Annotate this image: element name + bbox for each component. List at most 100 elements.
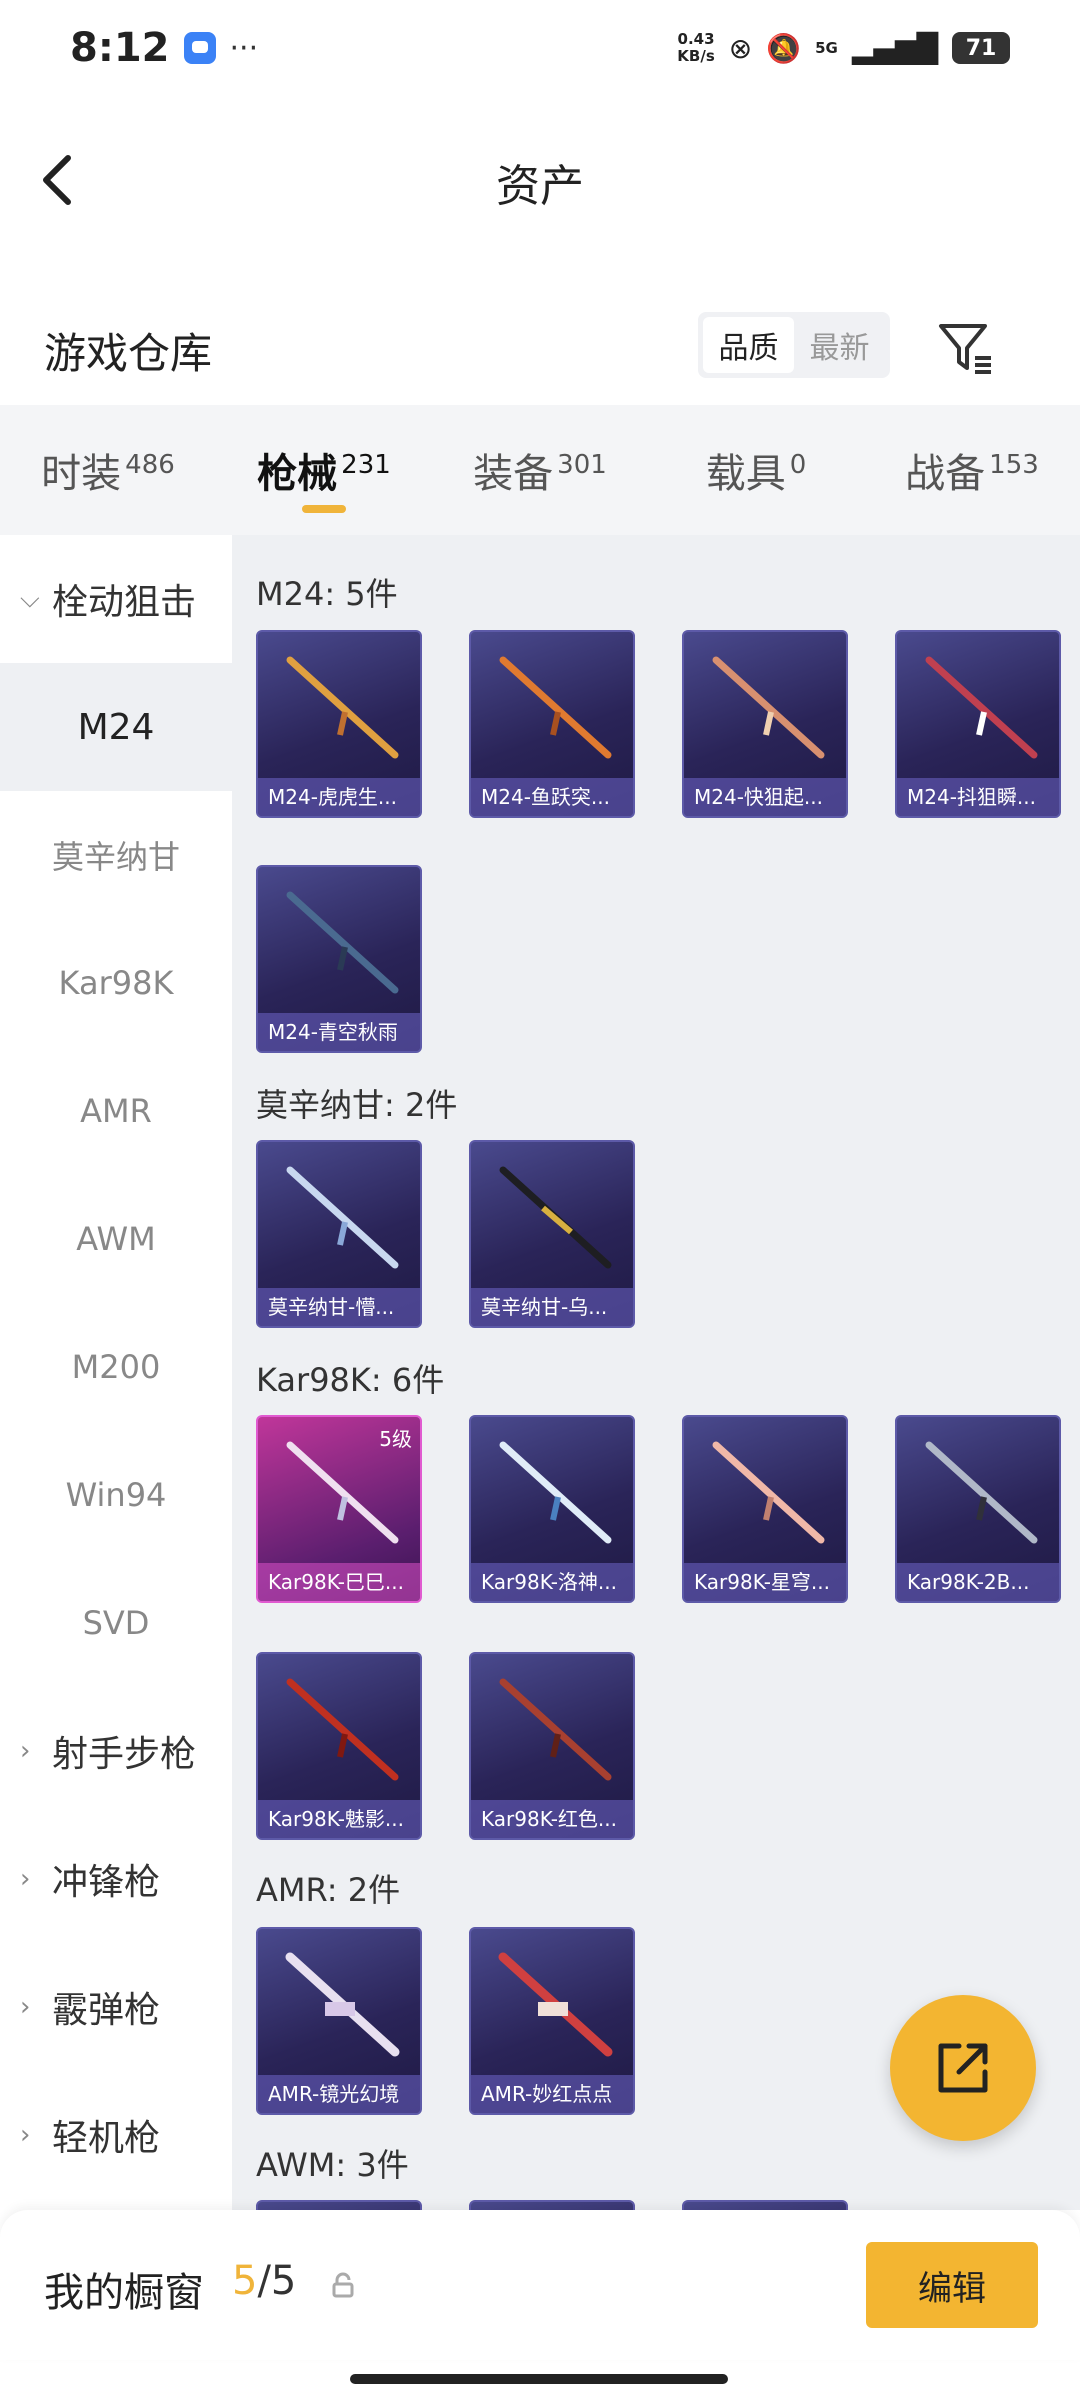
- share-button[interactable]: [890, 1995, 1036, 2141]
- sidebar-item-amr[interactable]: AMR: [0, 1047, 232, 1175]
- chevron-right-icon: ›: [20, 1864, 31, 1894]
- signal-icon: ▂▄▆█: [851, 31, 938, 65]
- showcase-title: 我的橱窗: [44, 2270, 204, 2316]
- sort-toggle: 品质 最新: [698, 312, 890, 378]
- filter-icon: [939, 324, 991, 374]
- status-time: 8:12: [70, 25, 170, 71]
- item-name: M24-抖狙瞬...: [897, 778, 1059, 816]
- item-name: AMR-镜光幻境: [258, 2075, 420, 2113]
- link-icon: ⊗: [728, 31, 753, 65]
- item-grid: M24: 5件 M24-虎虎生... M24-鱼跃突... M24-快狙起...…: [232, 535, 1080, 2210]
- item-name: Kar98K-洛神...: [471, 1563, 633, 1601]
- tab-fashion[interactable]: 时装 486: [0, 405, 216, 535]
- sidebar-group-lmg[interactable]: › 轻机枪: [0, 2071, 232, 2199]
- sidebar-item-label: 射手步枪: [52, 1734, 197, 1775]
- rifle-icon: [285, 1952, 400, 2057]
- page-title: 资产: [496, 161, 584, 212]
- chevron-right-icon: ›: [20, 1736, 31, 1766]
- app-notification-icon: [183, 32, 216, 64]
- section-title-m24: M24: 5件: [256, 575, 398, 613]
- sidebar-item-kar98k[interactable]: Kar98K: [0, 919, 232, 1047]
- more-notifications-icon: ···: [229, 30, 259, 66]
- home-indicator[interactable]: [350, 2374, 728, 2384]
- weapon-sidebar: ⌵ 栓动狙击 M24 莫辛纳甘 Kar98K AMR AWM M200 Win9…: [0, 535, 232, 2210]
- network-speed: 0.43 KB/s: [677, 31, 714, 65]
- tab-count: 301: [557, 450, 607, 480]
- item-card[interactable]: AMR-镜光幻境: [256, 1927, 422, 2115]
- share-icon: [938, 2043, 988, 2093]
- rifle-icon: [286, 1166, 399, 1269]
- sidebar-item-m24[interactable]: M24: [0, 663, 232, 791]
- mute-bell-icon: 🔕: [766, 31, 802, 65]
- item-name: Kar98K-魅影...: [258, 1800, 420, 1838]
- tab-label: 载具: [705, 451, 786, 497]
- rifle-icon: [286, 1678, 399, 1781]
- item-name: M24-虎虎生...: [258, 778, 420, 816]
- warehouse-header: 游戏仓库 品质 最新: [0, 290, 1080, 400]
- item-name: 莫辛纳甘-懵...: [258, 1288, 420, 1326]
- item-card[interactable]: [469, 2200, 635, 2210]
- network-type: 5G: [815, 39, 838, 57]
- sidebar-item-svd[interactable]: SVD: [0, 1559, 232, 1687]
- warehouse-title: 游戏仓库: [44, 329, 213, 378]
- rifle-icon: [712, 1441, 825, 1544]
- item-card[interactable]: Kar98K-红色...: [469, 1652, 635, 1840]
- item-card[interactable]: Kar98K-2B...: [895, 1415, 1061, 1603]
- sidebar-item-win94[interactable]: Win94: [0, 1431, 232, 1559]
- tab-label: 时装: [41, 451, 122, 497]
- item-card[interactable]: M24-快狙起...: [682, 630, 848, 818]
- speed-unit: KB/s: [677, 47, 715, 65]
- item-card[interactable]: AMR-妙红点点: [469, 1927, 635, 2115]
- showcase-current: 5: [232, 2258, 258, 2304]
- item-name: M24-快狙起...: [684, 778, 846, 816]
- sidebar-item-awm[interactable]: AWM: [0, 1175, 232, 1303]
- tab-equipment[interactable]: 装备 301: [432, 405, 648, 535]
- sidebar-group-shotgun[interactable]: › 霰弹枪: [0, 1943, 232, 2071]
- rifle-icon: [499, 1166, 612, 1269]
- item-card[interactable]: [256, 2200, 422, 2210]
- active-tab-indicator: [302, 505, 346, 513]
- sidebar-item-mosin[interactable]: 莫辛纳甘: [0, 791, 232, 919]
- edit-button[interactable]: 编辑: [866, 2242, 1038, 2328]
- item-card[interactable]: Kar98K-魅影...: [256, 1652, 422, 1840]
- tab-vehicles[interactable]: 载具 0: [648, 405, 864, 535]
- item-card[interactable]: 莫辛纳甘-乌...: [469, 1140, 635, 1328]
- rifle-icon: [499, 1678, 612, 1781]
- rifle-icon: [499, 656, 612, 759]
- item-card[interactable]: 莫辛纳甘-懵...: [256, 1140, 422, 1328]
- rifle-icon: [498, 1952, 613, 2057]
- tab-weapons[interactable]: 枪械 231: [216, 405, 432, 535]
- sidebar-item-label: 冲锋枪: [52, 1862, 161, 1903]
- item-name: AMR-妙红点点: [471, 2075, 633, 2113]
- item-card[interactable]: Kar98K-星穹...: [682, 1415, 848, 1603]
- item-card[interactable]: M24-青空秋雨: [256, 865, 422, 1053]
- chevron-down-icon: ⌵: [20, 583, 40, 614]
- showcase-bar: 我的橱窗 5/5 编辑: [0, 2210, 1080, 2360]
- item-card[interactable]: Kar98K-洛神...: [469, 1415, 635, 1603]
- tab-count: 486: [125, 450, 175, 480]
- item-name: Kar98K-红色...: [471, 1800, 633, 1838]
- sort-quality-option[interactable]: 品质: [703, 317, 794, 373]
- filter-button[interactable]: [935, 318, 995, 378]
- section-title-amr: AMR: 2件: [256, 1871, 401, 1909]
- item-card[interactable]: M24-抖狙瞬...: [895, 630, 1061, 818]
- sidebar-item-m200[interactable]: M200: [0, 1303, 232, 1431]
- item-card[interactable]: 5级 Kar98K-巳巳...: [256, 1415, 422, 1603]
- chevron-right-icon: ›: [20, 1992, 31, 2022]
- sort-newest-option[interactable]: 最新: [794, 317, 885, 373]
- chevron-right-icon: ›: [20, 2120, 31, 2150]
- rifle-icon: [286, 891, 399, 994]
- rifle-icon: [286, 656, 399, 759]
- sidebar-group-marksman[interactable]: › 射手步枪: [0, 1687, 232, 1815]
- sidebar-group-smg[interactable]: › 冲锋枪: [0, 1815, 232, 1943]
- item-card[interactable]: M24-鱼跃突...: [469, 630, 635, 818]
- item-card[interactable]: [682, 2200, 848, 2210]
- section-title-kar98k: Kar98K: 6件: [256, 1361, 445, 1399]
- tab-supplies[interactable]: 战备 153: [864, 405, 1080, 535]
- item-name: M24-青空秋雨: [258, 1013, 420, 1051]
- showcase-total: /5: [257, 2258, 297, 2304]
- item-card[interactable]: M24-虎虎生...: [256, 630, 422, 818]
- sidebar-group-bolt-action[interactable]: ⌵ 栓动狙击: [0, 535, 232, 663]
- section-title-mosin: 莫辛纳甘: 2件: [256, 1086, 458, 1124]
- item-name: Kar98K-巳巳...: [258, 1563, 420, 1601]
